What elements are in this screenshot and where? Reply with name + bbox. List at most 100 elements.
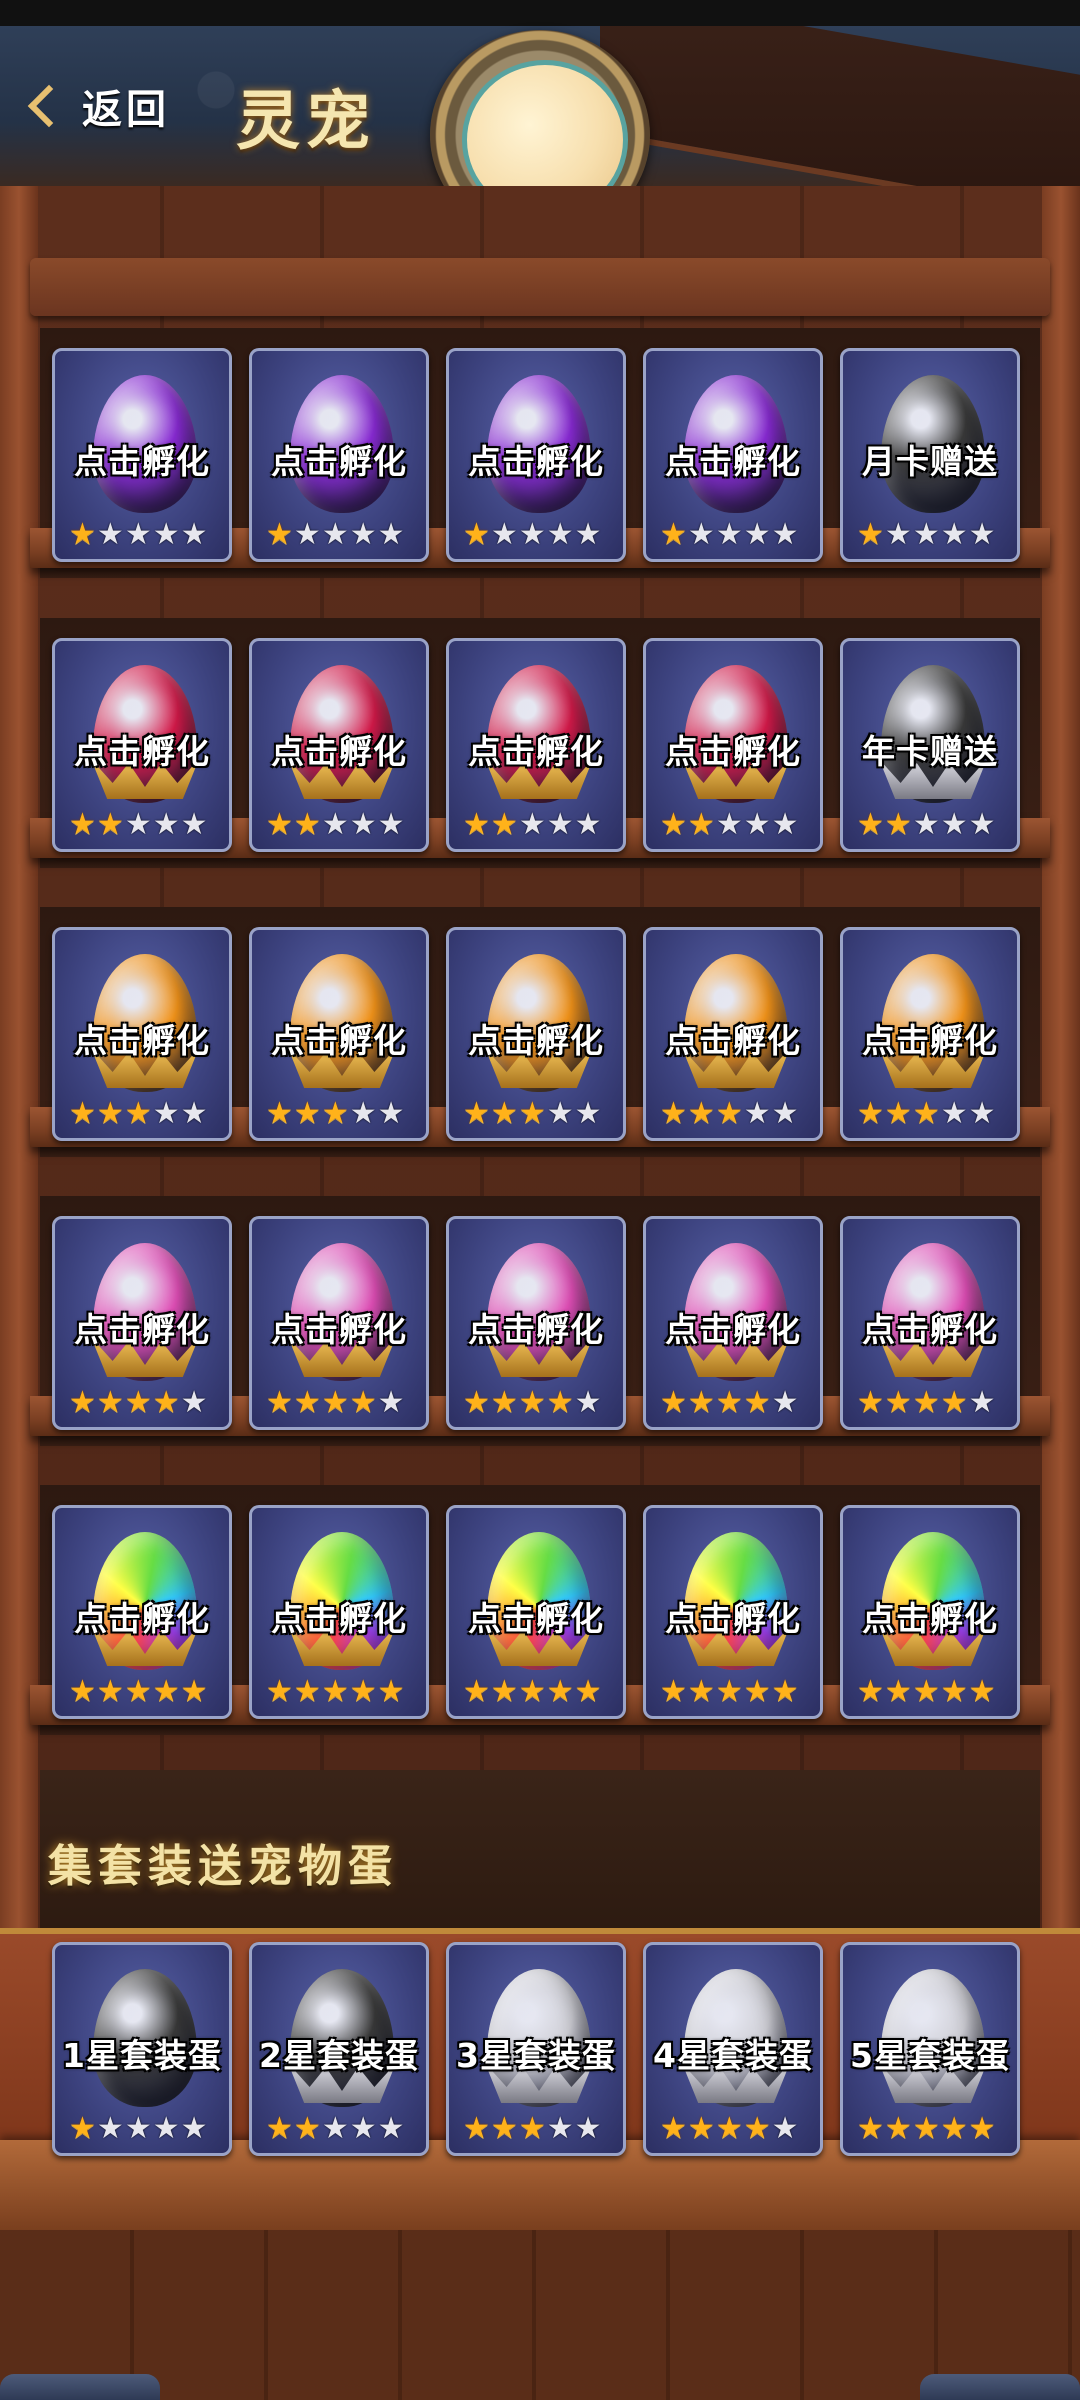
egg-card[interactable]: 点击孵化 ★ ★ ★ ★ ★ (446, 927, 626, 1141)
star-empty-icon: ★ (574, 807, 602, 842)
egg-card-label: 4星套装蛋 (653, 2036, 813, 2075)
egg-card[interactable]: 月卡赠送 ★ ★ ★ ★ ★ (840, 348, 1020, 562)
star-rating: ★ ★ ★ ★ ★ (857, 809, 996, 841)
star-rating: ★ ★ ★ ★ ★ (69, 1098, 208, 1130)
egg-card-label: 点击孵化 (271, 1021, 407, 1060)
egg-card[interactable]: 点击孵化 ★ ★ ★ ★ ★ (446, 638, 626, 852)
star-empty-icon: ★ (715, 807, 743, 842)
star-empty-icon: ★ (771, 1096, 799, 1131)
star-rating: ★ ★ ★ ★ ★ (69, 809, 208, 841)
star-filled-icon: ★ (884, 1674, 912, 1709)
star-rating: ★ ★ ★ ★ ★ (266, 1098, 405, 1130)
star-empty-icon: ★ (349, 517, 377, 552)
star-empty-icon: ★ (574, 517, 602, 552)
egg-card[interactable]: 点击孵化 ★ ★ ★ ★ ★ (446, 1216, 626, 1430)
star-empty-icon: ★ (771, 807, 799, 842)
star-empty-icon: ★ (771, 2111, 799, 2146)
star-rating: ★ ★ ★ ★ ★ (660, 1098, 799, 1130)
star-filled-icon: ★ (321, 1096, 349, 1131)
star-filled-icon: ★ (293, 1674, 321, 1709)
star-filled-icon: ★ (660, 807, 687, 842)
star-filled-icon: ★ (857, 1385, 884, 1420)
star-filled-icon: ★ (518, 1385, 546, 1420)
star-filled-icon: ★ (518, 2111, 546, 2146)
egg-card[interactable]: 点击孵化 ★ ★ ★ ★ ★ (52, 638, 232, 852)
star-filled-icon: ★ (660, 2111, 687, 2146)
egg-card[interactable]: 2星套装蛋 ★ ★ ★ ★ ★ (249, 1942, 429, 2156)
egg-card[interactable]: 点击孵化 ★ ★ ★ ★ ★ (52, 1505, 232, 1719)
egg-card[interactable]: 点击孵化 ★ ★ ★ ★ ★ (643, 1216, 823, 1430)
star-empty-icon: ★ (940, 517, 968, 552)
star-filled-icon: ★ (912, 1674, 940, 1709)
egg-card[interactable]: 5星套装蛋 ★ ★ ★ ★ ★ (840, 1942, 1020, 2156)
egg-card[interactable]: 点击孵化 ★ ★ ★ ★ ★ (446, 1505, 626, 1719)
star-filled-icon: ★ (152, 1674, 180, 1709)
egg-card[interactable]: 点击孵化 ★ ★ ★ ★ ★ (249, 348, 429, 562)
egg-card[interactable]: 点击孵化 ★ ★ ★ ★ ★ (446, 348, 626, 562)
star-empty-icon: ★ (96, 517, 124, 552)
star-empty-icon: ★ (377, 517, 405, 552)
back-button[interactable]: 返回 (27, 76, 170, 136)
corner-button-left[interactable] (0, 2374, 160, 2400)
egg-card[interactable]: 1星套装蛋 ★ ★ ★ ★ ★ (52, 1942, 232, 2156)
star-empty-icon: ★ (180, 1096, 208, 1131)
star-rating: ★ ★ ★ ★ ★ (69, 1387, 208, 1419)
star-empty-icon: ★ (743, 517, 771, 552)
star-filled-icon: ★ (743, 1674, 771, 1709)
egg-card[interactable]: 点击孵化 ★ ★ ★ ★ ★ (643, 927, 823, 1141)
star-empty-icon: ★ (152, 1096, 180, 1131)
star-rating: ★ ★ ★ ★ ★ (266, 809, 405, 841)
egg-card[interactable]: 点击孵化 ★ ★ ★ ★ ★ (840, 927, 1020, 1141)
star-empty-icon: ★ (377, 2111, 405, 2146)
egg-card[interactable]: 点击孵化 ★ ★ ★ ★ ★ (643, 348, 823, 562)
egg-card[interactable]: 点击孵化 ★ ★ ★ ★ ★ (840, 1216, 1020, 1430)
star-rating: ★ ★ ★ ★ ★ (463, 1387, 602, 1419)
egg-card[interactable]: 点击孵化 ★ ★ ★ ★ ★ (52, 1216, 232, 1430)
egg-card-label: 点击孵化 (271, 732, 407, 771)
star-empty-icon: ★ (546, 517, 574, 552)
egg-card[interactable]: 4星套装蛋 ★ ★ ★ ★ ★ (643, 1942, 823, 2156)
egg-card[interactable]: 点击孵化 ★ ★ ★ ★ ★ (643, 638, 823, 852)
star-rating: ★ ★ ★ ★ ★ (857, 2113, 996, 2145)
star-empty-icon: ★ (771, 517, 799, 552)
star-rating: ★ ★ ★ ★ ★ (660, 1387, 799, 1419)
star-filled-icon: ★ (660, 1674, 687, 1709)
star-empty-icon: ★ (377, 1096, 405, 1131)
egg-card[interactable]: 点击孵化 ★ ★ ★ ★ ★ (840, 1505, 1020, 1719)
star-rating: ★ ★ ★ ★ ★ (857, 1098, 996, 1130)
star-filled-icon: ★ (660, 1096, 687, 1131)
egg-card[interactable]: 点击孵化 ★ ★ ★ ★ ★ (52, 927, 232, 1141)
star-empty-icon: ★ (293, 517, 321, 552)
star-filled-icon: ★ (687, 2111, 715, 2146)
star-filled-icon: ★ (69, 2111, 96, 2146)
star-empty-icon: ★ (152, 807, 180, 842)
status-bar (0, 0, 1080, 26)
star-empty-icon: ★ (349, 1096, 377, 1131)
star-empty-icon: ★ (743, 807, 771, 842)
star-rating: ★ ★ ★ ★ ★ (463, 1676, 602, 1708)
corner-button-right[interactable] (920, 2374, 1080, 2400)
star-rating: ★ ★ ★ ★ ★ (463, 2113, 602, 2145)
star-filled-icon: ★ (124, 1096, 152, 1131)
egg-card[interactable]: 点击孵化 ★ ★ ★ ★ ★ (643, 1505, 823, 1719)
egg-card-label: 点击孵化 (468, 1310, 604, 1349)
star-filled-icon: ★ (463, 1674, 490, 1709)
star-filled-icon: ★ (715, 2111, 743, 2146)
egg-card-label: 点击孵化 (862, 1021, 998, 1060)
star-empty-icon: ★ (152, 517, 180, 552)
egg-card-label: 3星套装蛋 (456, 2036, 616, 2075)
egg-card[interactable]: 3星套装蛋 ★ ★ ★ ★ ★ (446, 1942, 626, 2156)
egg-card-label: 点击孵化 (468, 442, 604, 481)
egg-card[interactable]: 点击孵化 ★ ★ ★ ★ ★ (249, 638, 429, 852)
star-filled-icon: ★ (912, 1385, 940, 1420)
egg-card[interactable]: 点击孵化 ★ ★ ★ ★ ★ (249, 927, 429, 1141)
star-empty-icon: ★ (349, 807, 377, 842)
egg-card[interactable]: 点击孵化 ★ ★ ★ ★ ★ (249, 1216, 429, 1430)
page-title: 灵宠 (236, 84, 376, 159)
egg-card[interactable]: 点击孵化 ★ ★ ★ ★ ★ (52, 348, 232, 562)
egg-card[interactable]: 点击孵化 ★ ★ ★ ★ ★ (249, 1505, 429, 1719)
star-filled-icon: ★ (884, 2111, 912, 2146)
star-filled-icon: ★ (940, 1674, 968, 1709)
star-filled-icon: ★ (293, 807, 321, 842)
egg-card[interactable]: 年卡赠送 ★ ★ ★ ★ ★ (840, 638, 1020, 852)
